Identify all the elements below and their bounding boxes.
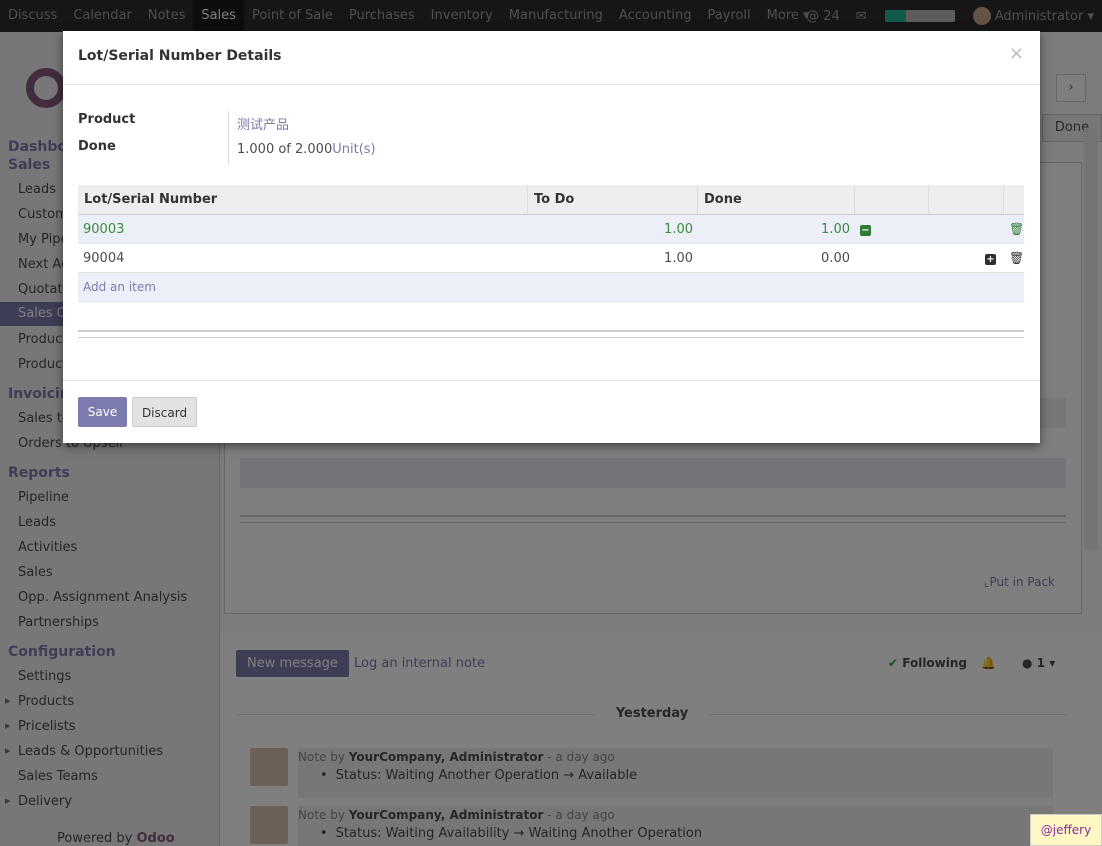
table-header: Lot/Serial Number To Do Done (78, 185, 1024, 215)
field-divider (228, 111, 229, 165)
lot-serial-dialog: Lot/Serial Number Details × Product 测试产品… (63, 31, 1040, 443)
lot-serial-table: Lot/Serial Number To Do Done 90003 1.00 … (78, 185, 1024, 302)
dialog-footer: Save Discard (63, 380, 1040, 443)
dialog-body: Product 测试产品 Done 1.000 of 2.000Unit(s) … (63, 86, 1040, 381)
done-uom: Unit(s) (332, 142, 376, 157)
add-item-link[interactable]: Add an item (78, 273, 1024, 302)
table-footer (78, 330, 1024, 338)
dialog-title: Lot/Serial Number Details (78, 48, 282, 64)
save-button[interactable]: Save (78, 397, 127, 427)
cell-todo: 1.00 (664, 250, 693, 266)
watermark-label: @jeffery (1030, 814, 1102, 846)
col-delete (1004, 185, 1024, 214)
discard-button[interactable]: Discard (132, 397, 197, 427)
col-action-2 (929, 185, 1004, 214)
close-icon[interactable]: × (1009, 43, 1024, 64)
col-action (855, 185, 929, 214)
table-row[interactable]: 90004 1.00 0.00 + 🗑 (78, 244, 1024, 273)
minus-square-icon[interactable]: − (860, 224, 871, 236)
col-todo[interactable]: To Do (528, 185, 698, 214)
table-row[interactable]: 90003 1.00 1.00 − 🗑 (78, 215, 1024, 244)
done-label: Done (78, 139, 116, 154)
trash-icon[interactable]: 🗑 (1009, 222, 1024, 236)
done-quantity: 1.000 of 2.000Unit(s) (237, 142, 376, 157)
plus-square-icon[interactable]: + (985, 253, 996, 265)
cell-todo: 1.00 (664, 221, 693, 237)
col-lot-serial[interactable]: Lot/Serial Number (78, 185, 528, 214)
product-label: Product (78, 112, 136, 127)
cell-done[interactable]: 1.00 (698, 222, 855, 237)
cell-done[interactable]: 0.00 (698, 251, 855, 266)
product-value[interactable]: 测试产品 (237, 114, 289, 133)
cell-lot[interactable]: 90003 (78, 222, 528, 237)
trash-icon[interactable]: 🗑 (1009, 251, 1024, 265)
cell-lot[interactable]: 90004 (78, 251, 528, 266)
dialog-header: Lot/Serial Number Details × (63, 31, 1040, 85)
done-value: 1.000 of 2.000 (237, 142, 333, 157)
col-done[interactable]: Done (698, 185, 855, 214)
